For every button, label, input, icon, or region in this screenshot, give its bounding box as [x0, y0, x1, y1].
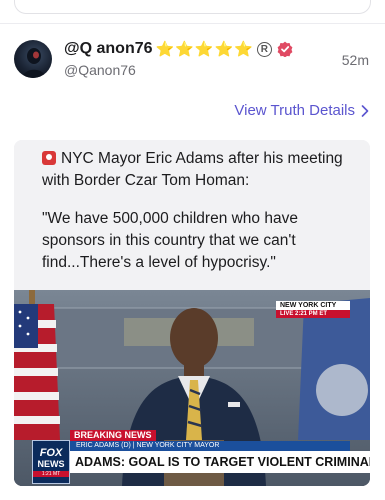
media-headline-text: NYC Mayor Eric Adams after his meeting w…: [42, 150, 343, 189]
network-logo: FOX NEWS 1:21 MT: [32, 440, 70, 484]
view-details-label: View Truth Details: [234, 102, 355, 119]
location-bug-city: NEW YORK CITY: [276, 301, 350, 310]
registered-icon: R: [256, 41, 272, 57]
previous-post-card: [14, 0, 371, 14]
post-header: @Q anon76 ⭐⭐⭐⭐⭐ R @Qanon76: [64, 39, 314, 78]
news-lower-third: FOX NEWS 1:21 MT BREAKING NEWS ERIC ADAM…: [14, 430, 370, 486]
avatar-image: [22, 48, 46, 78]
author-handle[interactable]: @Qanon76: [64, 62, 314, 78]
video-still[interactable]: NEW YORK CITY LIVE 2:21 PM ET FOX NEWS 1…: [14, 290, 370, 486]
news-headline: ADAMS: GOAL IS TO TARGET VIOLENT CRIMINA…: [70, 451, 370, 473]
chevron-right-icon: [361, 104, 369, 117]
media-quote: "We have 500,000 children who have spons…: [42, 210, 298, 271]
post-timestamp: 52m: [341, 52, 369, 68]
media-headline: NYC Mayor Eric Adams after his meeting w…: [42, 148, 362, 192]
divider: [0, 23, 385, 24]
author-name[interactable]: @Q anon76: [64, 40, 153, 58]
verified-badge-icon: [277, 41, 293, 57]
speaker-subtitle: ERIC ADAMS (D) | NEW YORK CITY MAYOR: [70, 441, 350, 451]
network-logo-line3: 1:21 MT: [33, 470, 69, 477]
live-bug: LIVE 2:21 PM ET: [276, 310, 350, 318]
quote-image-text: NYC Mayor Eric Adams after his meeting w…: [14, 140, 370, 292]
network-logo-line2: NEWS: [37, 458, 65, 469]
media-attachment[interactable]: NYC Mayor Eric Adams after his meeting w…: [14, 140, 370, 486]
red-emoji-icon: [42, 151, 56, 165]
location-bug: NEW YORK CITY LIVE 2:21 PM ET: [276, 301, 350, 318]
author-row: @Q anon76 ⭐⭐⭐⭐⭐ R: [64, 39, 314, 59]
view-details-link[interactable]: View Truth Details: [234, 102, 369, 119]
avatar[interactable]: [14, 40, 52, 78]
network-logo-line1: FOX: [39, 446, 63, 459]
breaking-news-banner: BREAKING NEWS: [70, 430, 156, 441]
star-emoji-icon: ⭐⭐⭐⭐⭐: [155, 41, 254, 58]
